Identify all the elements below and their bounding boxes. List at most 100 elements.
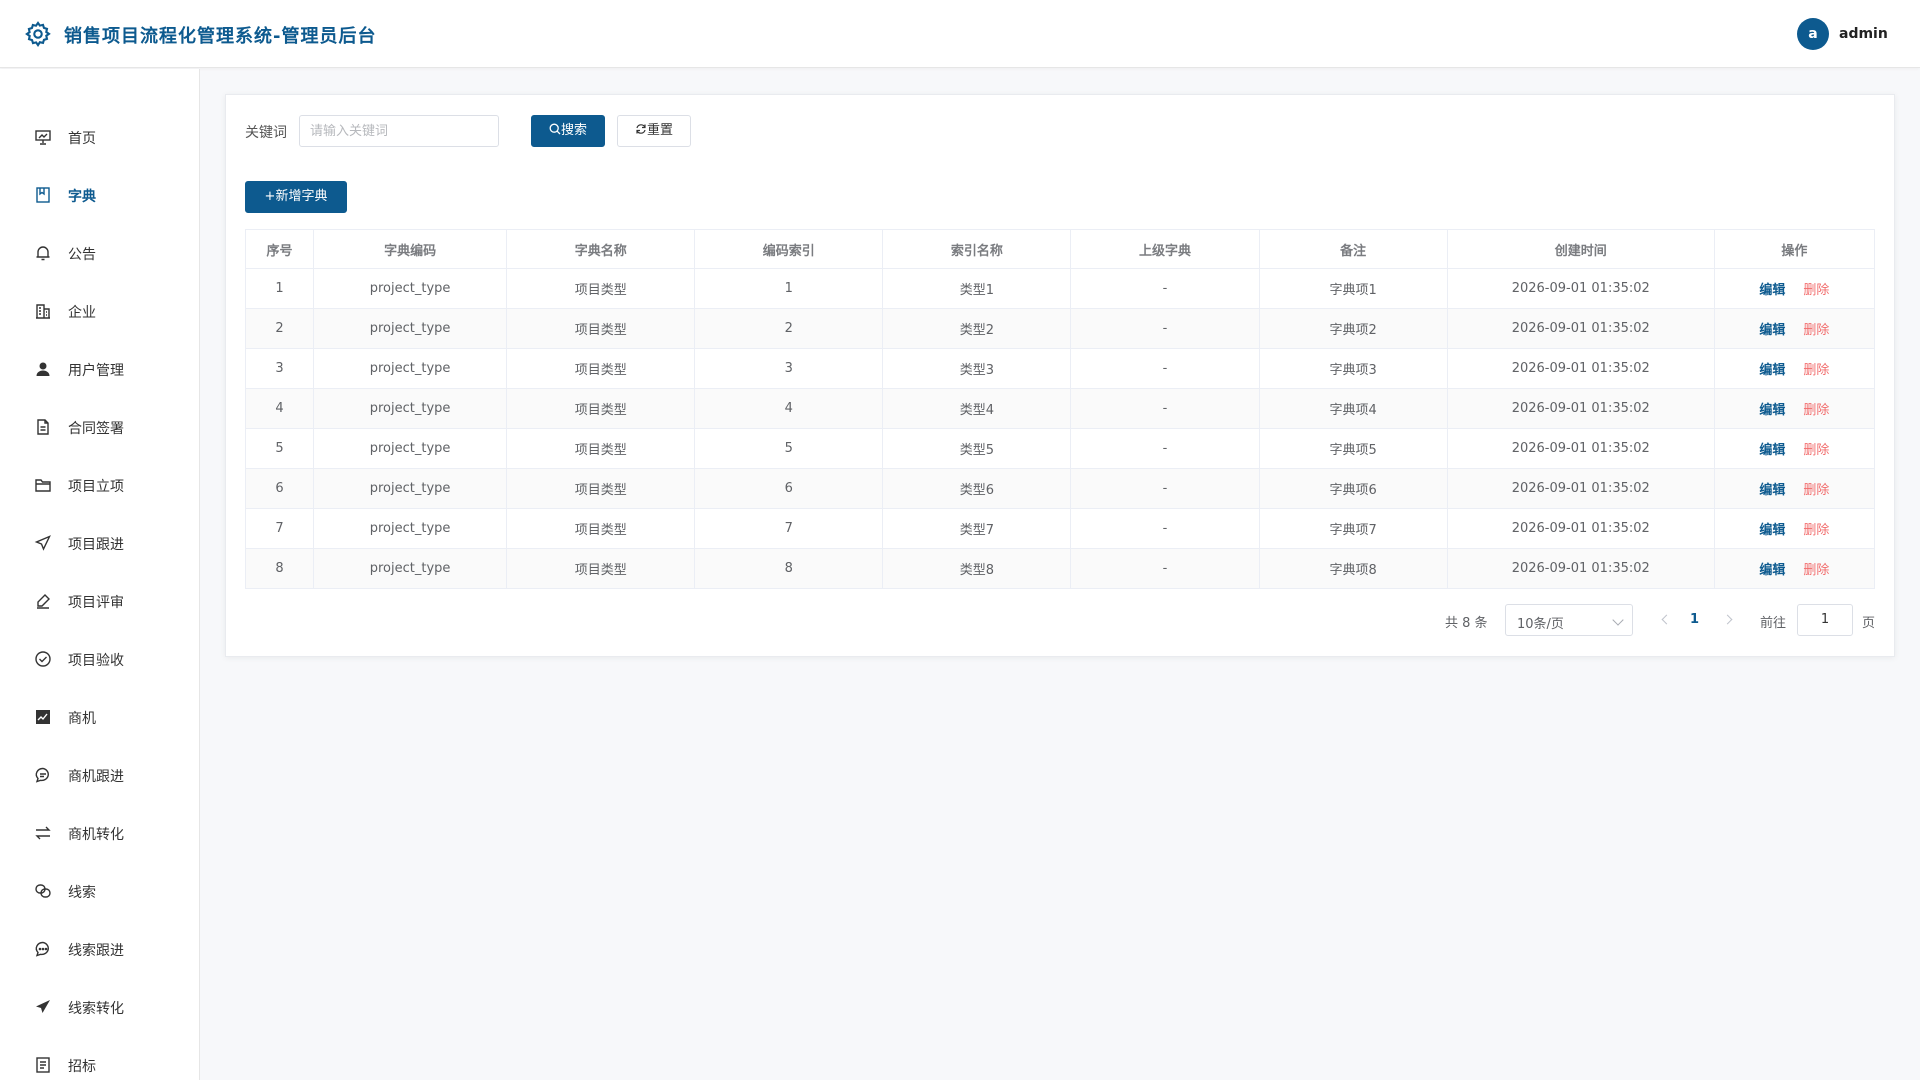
edit-button[interactable]: 编辑 — [1759, 403, 1785, 418]
cell-name: 项目类型 — [506, 308, 696, 349]
column-header: 操作 — [1713, 229, 1876, 269]
cell-no: 5 — [244, 428, 315, 469]
sidebar-item-opportunity-follow[interactable]: 商机跟进 — [0, 754, 200, 794]
cell-code: project_type — [313, 548, 508, 589]
delete-button[interactable]: 删除 — [1803, 403, 1829, 418]
delete-button[interactable]: 删除 — [1803, 523, 1829, 538]
edit-button[interactable]: 编辑 — [1759, 323, 1785, 338]
edit-button[interactable]: 编辑 — [1759, 283, 1785, 298]
delete-button[interactable]: 删除 — [1803, 443, 1829, 458]
delete-button[interactable]: 删除 — [1803, 563, 1829, 578]
delete-button[interactable]: 删除 — [1803, 323, 1829, 338]
sidebar-item-label: 公告 — [68, 247, 96, 263]
app-title: 销售项目流程化管理系统-管理员后台 — [64, 26, 377, 47]
table-row: 6 project_type 项目类型 6 类型6- 字典项6 2026-09-01 01:… — [244, 468, 1876, 509]
sidebar-item-label: 项目立项 — [68, 479, 124, 495]
building-icon — [36, 304, 50, 319]
delete-button[interactable]: 删除 — [1803, 483, 1829, 498]
trend-chart-icon — [36, 710, 50, 724]
list-doc-icon — [36, 1057, 50, 1073]
sidebar-item-label: 项目跟进 — [68, 537, 124, 553]
reset-button[interactable]: 重置 — [617, 115, 691, 147]
cell-remark: 字典项4 — [1258, 388, 1448, 429]
cell-index-name: 类型1 — [882, 268, 1072, 309]
edit-button[interactable]: 编辑 — [1759, 483, 1785, 498]
next-page-button[interactable] — [1722, 604, 1736, 636]
cell-no: 4 — [244, 388, 315, 429]
paper-plane-icon — [36, 1000, 50, 1013]
sidebar-item-leads-follow[interactable]: 线索跟进 — [0, 928, 200, 968]
cell-name: 项目类型 — [506, 348, 696, 389]
cell-actions: 编辑 删除 — [1713, 348, 1876, 389]
book-icon — [36, 187, 50, 203]
cell-actions: 编辑 删除 — [1713, 508, 1876, 549]
table-row: 2 project_type 项目类型 2 类型2- 字典项2 2026-09-01 01:… — [244, 308, 1876, 349]
sidebar-item-label: 项目验收 — [68, 653, 124, 669]
cell-actions: 编辑 删除 — [1713, 268, 1876, 309]
switch-icon — [35, 826, 51, 840]
column-header: 备注 — [1258, 229, 1448, 269]
add-dictionary-button[interactable]: +新增字典 — [245, 181, 347, 213]
sidebar-item-label: 首页 — [68, 131, 96, 147]
avatar[interactable]: a — [1797, 18, 1829, 50]
page-number-current[interactable]: 1 — [1690, 612, 1699, 644]
dictionary-table: 序号 字典编码 字典名称 编码索引 索引名称 上级字典 备注 创建时间 操作 1… — [244, 229, 1876, 589]
cell-remark: 字典项5 — [1258, 428, 1448, 469]
cell-no: 6 — [244, 468, 315, 509]
chevron-left-icon — [1661, 614, 1672, 625]
prev-page-button[interactable] — [1659, 604, 1673, 636]
sidebar-item-label: 商机 — [68, 711, 96, 727]
delete-button[interactable]: 删除 — [1803, 363, 1829, 378]
cell-remark: 字典项8 — [1258, 548, 1448, 589]
column-header: 字典名称 — [506, 229, 696, 269]
edit-button[interactable]: 编辑 — [1759, 523, 1785, 538]
goto-label: 前往 — [1760, 616, 1787, 631]
delete-button[interactable]: 删除 — [1803, 283, 1829, 298]
sidebar-item-dictionary[interactable]: 字典 — [0, 174, 200, 214]
edit-button[interactable]: 编辑 — [1759, 363, 1785, 378]
goto-page-input[interactable]: 1 — [1797, 604, 1853, 636]
cell-no: 2 — [244, 308, 315, 349]
check-circle-icon — [35, 651, 51, 667]
cell-created: 2026-09-01 01:35:02 — [1446, 268, 1715, 309]
page-size-select[interactable]: 10条/页 — [1505, 604, 1633, 636]
sidebar-item-project-acceptance[interactable]: 项目验收 — [0, 638, 200, 678]
sidebar-item-opportunity[interactable]: 商机 — [0, 696, 200, 736]
keyword-input[interactable] — [299, 115, 499, 147]
sidebar-item-enterprise[interactable]: 企业 — [0, 290, 200, 330]
table-row: 8 project_type 项目类型 8 类型8- 字典项8 2026-09-01 01:… — [244, 548, 1876, 589]
table-row: 4 project_type 项目类型 4 类型4- 字典项4 2026-09-01 01:… — [244, 388, 1876, 429]
sidebar-item-users[interactable]: 用户管理 — [0, 348, 200, 388]
cell-parent: - — [1070, 388, 1260, 429]
cell-index-name: 类型5 — [882, 428, 1072, 469]
cell-no: 8 — [244, 548, 315, 589]
sidebar-item-project-review[interactable]: 项目评审 — [0, 580, 200, 620]
sidebar-item-notice[interactable]: 公告 — [0, 232, 200, 272]
gear-icon — [25, 21, 51, 47]
cell-created: 2026-09-01 01:35:02 — [1446, 348, 1715, 389]
sidebar-item-leads-convert[interactable]: 线索转化 — [0, 986, 200, 1026]
sidebar-item-project-setup[interactable]: 项目立项 — [0, 464, 200, 504]
sidebar-item-contract[interactable]: 合同签署 — [0, 406, 200, 446]
sidebar-item-opportunity-convert[interactable]: 商机转化 — [0, 812, 200, 852]
username[interactable]: admin — [1839, 26, 1888, 42]
sidebar-item-bidding[interactable]: 招标 — [0, 1044, 200, 1080]
cell-remark: 字典项3 — [1258, 348, 1448, 389]
bell-icon — [36, 246, 50, 261]
sidebar-item-project-follow[interactable]: 项目跟进 — [0, 522, 200, 562]
chevron-down-icon — [1612, 614, 1624, 626]
edit-button[interactable]: 编辑 — [1759, 563, 1785, 578]
cell-remark: 字典项2 — [1258, 308, 1448, 349]
cell-name: 项目类型 — [506, 508, 696, 549]
top-header: 销售项目流程化管理系统-管理员后台 a admin — [0, 0, 1920, 68]
edit-button[interactable]: 编辑 — [1759, 443, 1785, 458]
cell-no: 1 — [244, 268, 315, 309]
sidebar-item-home[interactable]: 首页 — [0, 116, 200, 156]
search-button[interactable]: 搜索 — [531, 115, 605, 147]
cell-parent: - — [1070, 548, 1260, 589]
cell-parent: - — [1070, 348, 1260, 389]
sidebar-item-label: 招标 — [68, 1059, 96, 1075]
page-suffix: 页 — [1862, 616, 1876, 631]
sidebar-item-leads[interactable]: 线索 — [0, 870, 200, 910]
cell-created: 2026-09-01 01:35:02 — [1446, 388, 1715, 429]
